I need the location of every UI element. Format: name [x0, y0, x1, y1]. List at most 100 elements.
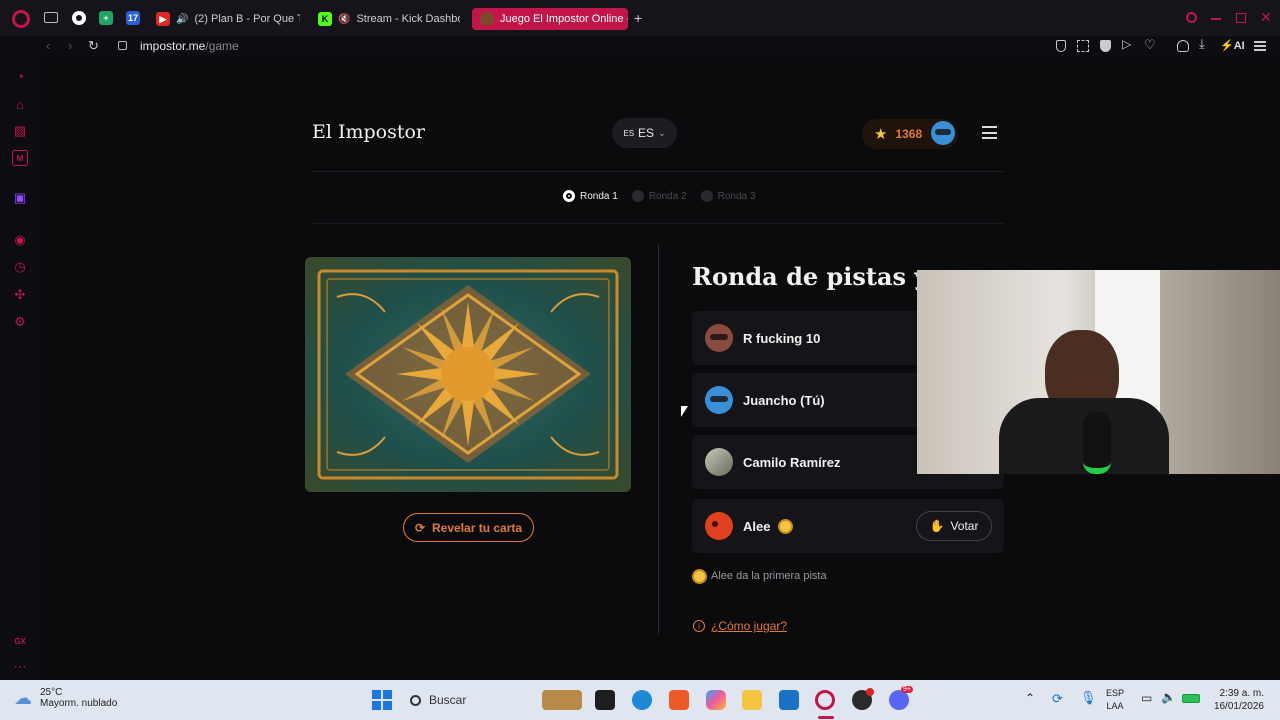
- download-icon[interactable]: ⤓: [1199, 36, 1205, 52]
- player-name: R fucking 10: [743, 330, 821, 346]
- language-code: ES: [623, 128, 635, 138]
- tab-impostor[interactable]: Juego El Impostor Online -: [472, 8, 628, 30]
- messenger-icon[interactable]: M: [12, 150, 28, 166]
- network-icon[interactable]: ▭: [1141, 691, 1152, 705]
- send-icon[interactable]: ▷: [1122, 37, 1131, 51]
- twitch-icon[interactable]: ▣: [12, 190, 28, 206]
- brave-icon[interactable]: [669, 690, 689, 710]
- tab-workspace-icon[interactable]: [44, 12, 58, 23]
- round-indicator: Ronda 1 Ronda 2 Ronda 3: [563, 190, 755, 202]
- webcam-microphone: [1083, 412, 1111, 474]
- round-label: Ronda 1: [580, 190, 618, 202]
- site-title[interactable]: El Impostor: [312, 121, 425, 143]
- outlook-icon[interactable]: [779, 690, 799, 710]
- weather-widget[interactable]: ☁ 25°C Mayorm. nublado: [14, 687, 117, 709]
- shield-icon[interactable]: [1100, 40, 1111, 52]
- account-icon[interactable]: [1177, 40, 1189, 52]
- tab-kick[interactable]: K 🔇 Stream - Kick Dashboa: [318, 8, 460, 30]
- refresh-icon: ⟳: [414, 520, 425, 535]
- more-icon[interactable]: ⋯: [12, 659, 28, 675]
- pinned-tab-icon[interactable]: [72, 11, 86, 25]
- speaker-icon: 🔊: [176, 13, 189, 25]
- minimize-button[interactable]: [1211, 18, 1221, 20]
- user-avatar[interactable]: [931, 121, 955, 145]
- sync-icon[interactable]: ⟳: [1052, 691, 1063, 707]
- first-turn-icon: [780, 520, 792, 532]
- tray-chevron-icon[interactable]: ⌃: [1025, 691, 1035, 705]
- pin-icon[interactable]: [1056, 40, 1066, 52]
- mouse-cursor-icon: [681, 406, 688, 417]
- speed-dial-icon[interactable]: ◔: [12, 68, 28, 84]
- tab-bar: + 17 ▶ 🔊 (2) Plan B - Por Que Te K 🔇 Str…: [0, 0, 1280, 36]
- rounds-divider: [312, 223, 1004, 224]
- sun-card-art: [317, 269, 619, 480]
- edge-icon[interactable]: [632, 690, 652, 710]
- settings-icon[interactable]: ⚙: [12, 314, 28, 330]
- ai-label: AI: [1233, 40, 1245, 52]
- how-to-play-link[interactable]: i ¿Cómo jugar?: [693, 619, 787, 633]
- vote-button[interactable]: ✋ Votar: [916, 511, 992, 541]
- language-selector[interactable]: ES ES ⌄: [612, 118, 677, 148]
- gx-corner-icon[interactable]: ⌂: [12, 96, 28, 112]
- vote-label: Votar: [950, 519, 979, 533]
- reveal-card-button[interactable]: ⟳ Revelar tu carta: [403, 513, 534, 542]
- language-label: ES: [638, 126, 655, 140]
- history-icon[interactable]: ◷: [12, 259, 28, 275]
- clock[interactable]: 2:39 a. m. 16/01/2026: [1208, 687, 1264, 713]
- pinned-tab-icon-2[interactable]: 17: [126, 11, 140, 25]
- first-clue-note: Alee da la primera pista: [694, 570, 827, 582]
- sheets-icon[interactable]: +: [99, 11, 113, 25]
- back-icon[interactable]: ‹: [46, 38, 50, 53]
- taskbar-search[interactable]: Buscar: [404, 688, 534, 712]
- tab-plan-b[interactable]: ▶ 🔊 (2) Plan B - Por Que Te: [156, 8, 300, 30]
- url-domain: impostor.me: [140, 39, 206, 53]
- reload-icon[interactable]: ↻: [88, 38, 99, 54]
- phase-heading: Ronda de pistas y v: [692, 262, 951, 291]
- search-tabs-icon[interactable]: [1186, 12, 1197, 23]
- ai-button[interactable]: ⚡AI: [1220, 39, 1245, 52]
- round-dot: [700, 190, 713, 202]
- hamburger-menu-icon[interactable]: [982, 126, 997, 139]
- file-explorer-icon[interactable]: [742, 690, 762, 710]
- browser-sidebar: ◔ ⌂ ▨ M ▣ ◉ ◷ ✣ ⚙ GX ⋯: [0, 58, 40, 680]
- forward-icon[interactable]: ›: [68, 38, 72, 53]
- cloud-sun-icon: ☁: [14, 687, 32, 708]
- discord-badge: 9+: [901, 686, 913, 693]
- youtube-icon: ▶: [156, 12, 170, 26]
- round-3: Ronda 3: [700, 190, 755, 202]
- url-field[interactable]: impostor.me/game: [140, 39, 239, 53]
- discord-icon[interactable]: [889, 690, 909, 710]
- copilot-icon[interactable]: [706, 690, 726, 710]
- opera-logo-icon[interactable]: [12, 10, 30, 28]
- new-tab-button[interactable]: +: [634, 10, 642, 26]
- search-highlight-icon[interactable]: [542, 690, 582, 710]
- close-button[interactable]: ✕: [1260, 9, 1272, 26]
- hidden-card[interactable]: [305, 257, 631, 492]
- volume-icon[interactable]: 🔈: [1161, 690, 1176, 704]
- task-view-icon[interactable]: [595, 690, 615, 710]
- player-icon[interactable]: ◉: [12, 232, 28, 248]
- url-path: /game: [205, 39, 239, 53]
- star-icon: ★: [874, 126, 888, 143]
- windows-start-icon[interactable]: [372, 690, 392, 710]
- microphone-icon[interactable]: 🎙: [1080, 690, 1097, 706]
- tab-label: Juego El Impostor Online -: [500, 13, 628, 25]
- opera-gx-taskbar-icon[interactable]: [815, 690, 835, 710]
- battery-icon[interactable]: [1182, 694, 1200, 703]
- language-indicator[interactable]: ESP LAA: [1106, 687, 1124, 713]
- maximize-button[interactable]: [1236, 13, 1246, 23]
- extensions-icon[interactable]: ✣: [12, 287, 28, 303]
- snapshot-icon[interactable]: [1077, 40, 1089, 52]
- round-label: Ronda 2: [648, 190, 687, 202]
- reveal-card-label: Revelar tu carta: [432, 520, 523, 535]
- gx-control-icon[interactable]: GX: [12, 633, 28, 649]
- news-icon[interactable]: ▨: [12, 123, 28, 139]
- player-row[interactable]: Alee ✋ Votar: [692, 499, 1004, 553]
- first-clue-text: Alee da la primera pista: [711, 570, 827, 582]
- search-label: Buscar: [429, 693, 467, 707]
- player-name: Alee: [743, 518, 771, 534]
- heart-icon[interactable]: ♡: [1144, 37, 1156, 53]
- avatar: [705, 512, 733, 540]
- round-2: Ronda 2: [631, 190, 687, 202]
- menu-icon[interactable]: [1254, 41, 1266, 51]
